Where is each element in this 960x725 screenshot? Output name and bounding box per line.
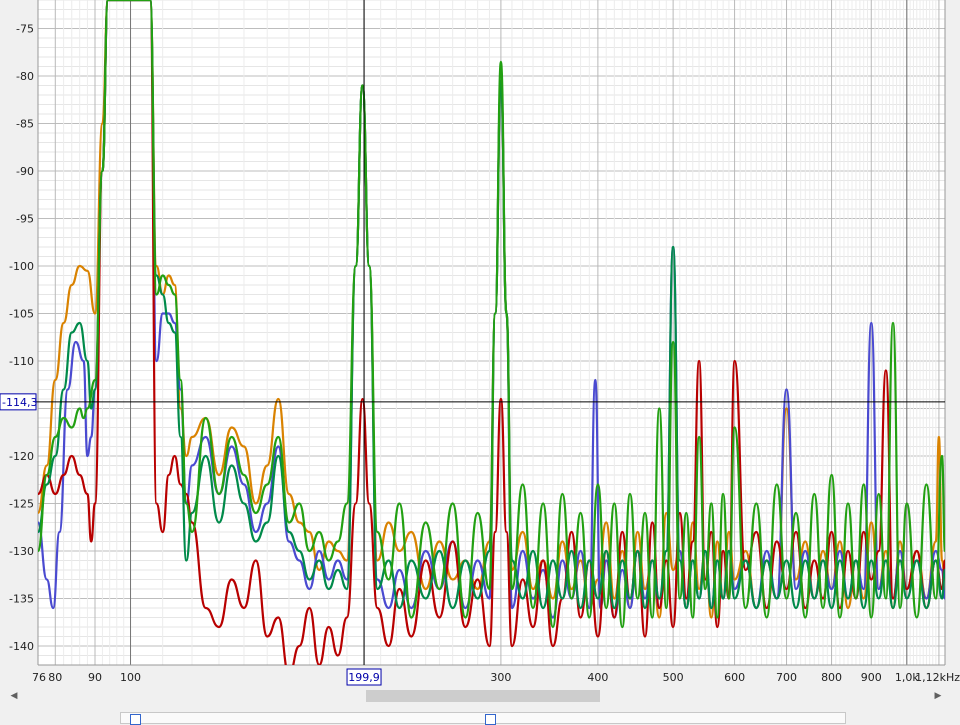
- y-tick-label: -120: [9, 450, 34, 463]
- bottom-panel-frame: [120, 712, 846, 724]
- y-tick-label: -130: [9, 545, 34, 558]
- x-tick-label: 500: [663, 671, 684, 684]
- x-tick-label: 80: [48, 671, 62, 684]
- cursor-x-readout: 199,9: [348, 671, 380, 684]
- spectrum-chart[interactable]: -75 -80 -85 -90 -95 -100 -105 -110 -120 -125 -130 -…: [0, 0, 960, 688]
- y-tick-label: -110: [9, 355, 34, 368]
- y-tick-label: -75: [16, 23, 34, 36]
- x-tick-label: 600: [724, 671, 745, 684]
- cursor-y-readout: -114,3: [2, 396, 37, 409]
- y-tick-label: -95: [16, 213, 34, 226]
- x-tick-label: 400: [587, 671, 608, 684]
- x-tick-label: 700: [776, 671, 797, 684]
- y-tick-label: -90: [16, 165, 34, 178]
- y-tick-label: -105: [9, 308, 34, 321]
- x-tick-label: 900: [861, 671, 882, 684]
- x-tick-label: 300: [490, 671, 511, 684]
- scroll-right-arrow-icon[interactable]: ▶: [930, 688, 946, 704]
- x-tick-label: 76: [32, 671, 46, 684]
- x-axis-ticks: 76 80 90 100 300 400 500 600 700 800 900 1,0k1,12kH…: [32, 671, 960, 684]
- x-tick-label: 100: [120, 671, 141, 684]
- horizontal-scrollbar[interactable]: ◀ ▶: [0, 688, 960, 704]
- series-toggle-checkbox[interactable]: [130, 714, 141, 725]
- x-tick-label: 90: [88, 671, 102, 684]
- x-tick-label: 1,12kHz: [915, 671, 960, 684]
- bottom-panel: [0, 704, 960, 725]
- y-tick-label: -135: [9, 593, 34, 606]
- y-tick-label: -85: [16, 118, 34, 131]
- y-tick-label: -80: [16, 70, 34, 83]
- y-tick-label: -125: [9, 498, 34, 511]
- scroll-left-arrow-icon[interactable]: ◀: [6, 688, 22, 704]
- y-axis-ticks: -75 -80 -85 -90 -95 -100 -105 -110 -120 -125 -130 -…: [9, 23, 34, 654]
- scroll-thumb[interactable]: [366, 690, 600, 702]
- y-tick-label: -140: [9, 640, 34, 653]
- series-toggle-checkbox[interactable]: [485, 714, 496, 725]
- y-tick-label: -100: [9, 260, 34, 273]
- x-tick-label: 800: [821, 671, 842, 684]
